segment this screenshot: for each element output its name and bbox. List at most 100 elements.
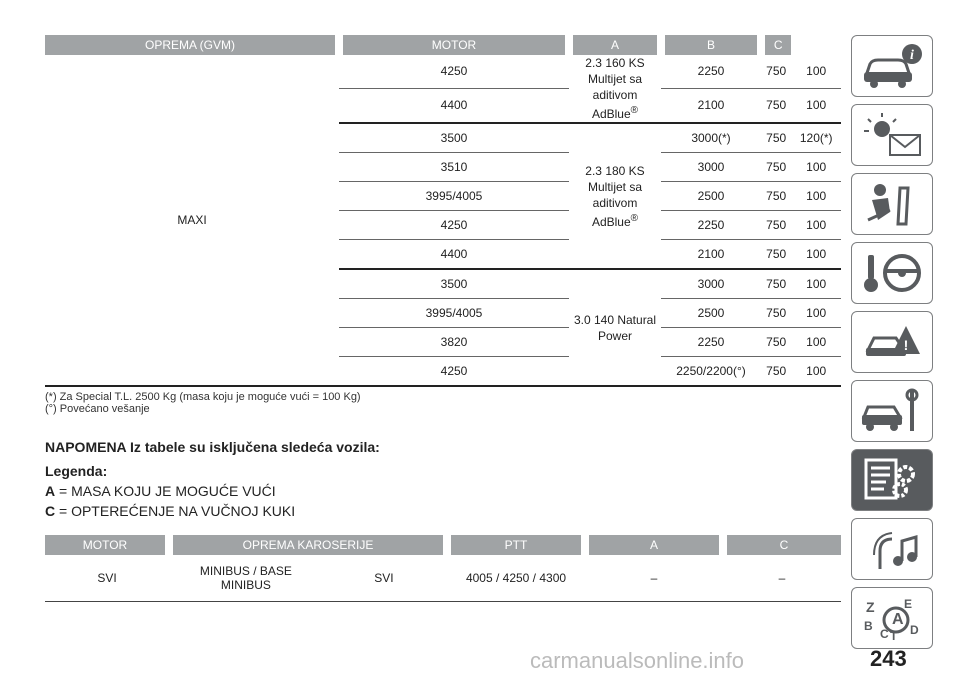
motor-name: 3.0 140 Natural Power [573,312,657,343]
svg-text:!: ! [904,337,909,353]
gvm-cell: 4250 [440,64,468,79]
legend-a-text: = MASA KOJU JE MOGUĆE VUĆI [55,483,276,499]
alphabet-index-icon: Z E B A C D T [864,597,919,642]
tab-maintenance[interactable] [851,380,933,442]
gvm-cell: 4400 [339,87,569,123]
footnotes: (*) Za Special T.L. 2500 Kg (masa koju j… [45,391,841,415]
c-cell: 100 [791,239,841,269]
svg-text:E: E [904,597,912,611]
tab-multimedia[interactable] [851,518,933,580]
watermark: carmanualsonline.info [530,648,745,673]
table-body: MAXI 4250 2.3 160 KS Multijet sa aditivom A… [45,55,841,387]
t2-ptt: 4005 / 4250 / 4300 [447,555,585,602]
tow-capacity-table: OPREMA (GVM) MOTOR A B C MAXI 4250 2.3 160… [45,35,841,387]
a-cell: 2500 [661,181,761,211]
a-cell: 3000 [661,152,761,182]
a-cell: 3000 [661,268,761,299]
motor-additive: AdBlue® [569,103,661,122]
header-motor: MOTOR [335,35,569,55]
chapter-sidebar: i ! Z E B A C D T [851,35,933,656]
c-cell: 120(*) [791,122,841,153]
header-b: B [657,35,761,55]
t2-header-ptt: PTT [443,535,585,555]
c-cell: 100 [791,298,841,328]
motor-cell: 3.0 140 Natural Power [569,268,661,387]
gvm-cell: 3995/4005 [339,298,569,328]
motor-name: 2.3 180 KS Multijet sa aditivom [585,163,645,210]
b-cell: 750 [761,268,792,299]
accident-warning-icon: ! [865,326,920,356]
footnote-special: (*) Za Special T.L. 2500 Kg (masa koju j… [45,391,361,403]
header-oprema: OPREMA (GVM) [45,35,339,55]
gvm-cell: 3500 [339,122,569,153]
registered-mark: ® [630,212,639,224]
tab-safety[interactable] [851,173,933,235]
tab-emergency[interactable]: ! [851,311,933,373]
t2-oprema-line1: MINIBUS / BASE [199,564,292,578]
tab-index[interactable]: Z E B A C D T [851,587,933,649]
b-cell: 750 [761,239,792,269]
t2-header-a: A [581,535,723,555]
motor-name: 2.3 160 KS Multijet sa aditivom [585,56,645,102]
note-heading: NAPOMENA Iz tabele su isključena sledeća… [45,439,380,455]
svg-text:A: A [892,611,904,628]
table-row: SVI MINIBUS / BASE MINIBUS SVI 4005 / 42… [45,555,841,602]
tab-technical-data[interactable] [851,449,933,511]
footnote-suspension: (°) Povećano vešanje [45,403,150,415]
t2-oprema-value: MINIBUS / BASE MINIBUS [170,563,322,593]
b-cell: 750 [761,210,792,240]
main-content: OPREMA (GVM) MOTOR A B C MAXI 4250 2.3 160… [45,35,841,521]
t2-motor2: SVI [374,571,394,585]
b-cell: 750 [761,298,792,328]
a-cell: 2250 [661,327,761,357]
gvm-cell: 3510 [339,152,569,182]
a-cell: 2100 [661,87,761,123]
b-cell: 750 [761,181,792,211]
table-row: MAXI 4250 2.3 160 KS Multijet sa aditivom A… [45,55,841,387]
gvm-cell: 3995/4005 [339,181,569,211]
b-cell: 750 [766,64,787,79]
warning-lights-icon [864,113,921,156]
gvm-cell: 3820 [339,327,569,357]
legend-title: Legenda: [45,463,108,479]
tab-safety-lights[interactable] [851,104,933,166]
motor-cell: 2.3 160 KS Multijet sa aditivom AdBlue® [569,55,661,123]
t2-oprema-line2: MINIBUS [220,578,271,592]
header-a: A [565,35,661,55]
motor-cell: 2.3 180 KS Multijet sa aditivom AdBlue® [569,122,661,269]
c-cell: 100 [791,181,841,211]
svg-text:D: D [910,623,919,637]
t2-header-motor: MOTOR [45,535,169,555]
gvm-cell: 4400 [339,239,569,269]
page-number: 243 [870,646,907,671]
motor-additive-label: AdBlue [591,214,631,229]
svg-text:B: B [864,619,873,633]
legend-c-text: = OPTEREĆENJE NA VUČNOJ KUKI [55,503,296,519]
b-cell: 750 [761,327,792,357]
gvm-cell: 4250 [339,356,569,387]
t2-header-oprema: OPREMA KAROSERIJE [165,535,447,555]
c-cell: 100 [791,356,841,387]
svg-text:Z: Z [866,599,875,615]
legend-c-key: C [45,503,56,519]
a-cell: 2500 [661,298,761,328]
a-cell: 2250 [661,210,761,240]
gvm-cell: 4250 [339,210,569,240]
c-cell: 100 [791,327,841,357]
t2-motor: SVI [45,555,169,602]
motor-additive-label: AdBlue [591,107,631,121]
a-cell: 2250 [697,64,725,79]
svg-text:i: i [910,48,914,63]
b-cell: 750 [761,87,792,123]
tab-starting-driving[interactable] [851,242,933,304]
c-cell: 100 [791,210,841,240]
t2-oprema: MINIBUS / BASE MINIBUS SVI [169,555,447,602]
gvm-cell: 3500 [339,268,569,299]
legend-a: A = MASA KOJU JE MOGUĆE VUĆI [45,481,841,501]
t2-header-c: C [719,535,841,555]
key-steering-icon [864,254,921,292]
tab-dashboard[interactable]: i [851,35,933,97]
a-cell: 2100 [661,239,761,269]
oprema-cell: MAXI [45,55,339,387]
c-cell: 100 [806,64,827,79]
